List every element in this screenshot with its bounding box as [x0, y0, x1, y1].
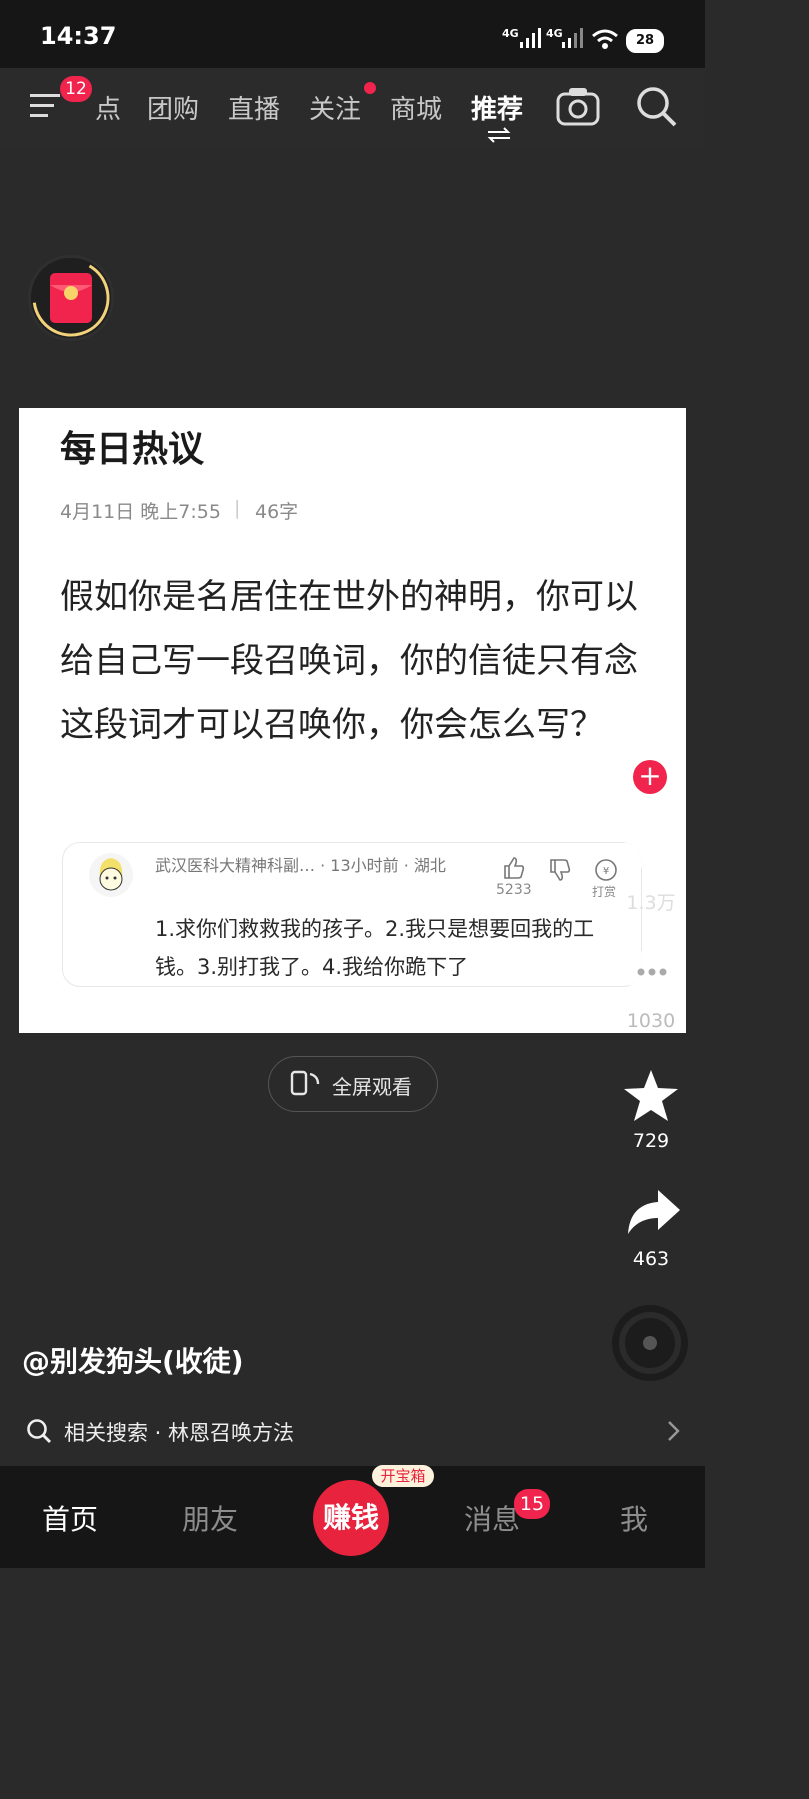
comment-icon[interactable] — [622, 946, 682, 1002]
network-label-2: 4G — [546, 27, 563, 40]
signal-icon-2 — [562, 28, 583, 48]
comment-likes: 5233 — [496, 882, 532, 898]
tip-icon[interactable]: ¥ — [594, 858, 618, 882]
tab-following[interactable]: 关注 — [309, 89, 361, 126]
tab-recommend[interactable]: 推荐 — [471, 89, 523, 126]
share-icon[interactable] — [624, 1188, 682, 1238]
wifi-icon — [592, 29, 618, 49]
chevron-right-icon — [668, 1421, 680, 1441]
related-search-label: 相关搜索 · 林恩召唤方法 — [64, 1421, 295, 1445]
battery-indicator: 28 — [626, 29, 664, 53]
menu-badge: 12 — [60, 76, 92, 102]
menu-icon[interactable] — [30, 92, 62, 120]
earn-tag: 开宝箱 — [372, 1465, 434, 1487]
search-icon-small — [27, 1419, 52, 1444]
status-time: 14:37 — [40, 22, 117, 50]
star-icon[interactable] — [622, 1068, 680, 1124]
rotate-screen-icon — [290, 1070, 320, 1096]
search-icon[interactable] — [636, 86, 678, 128]
fullscreen-label: 全屏观看 — [332, 1075, 412, 1099]
network-label: 4G — [502, 27, 519, 40]
music-disc-icon[interactable] — [611, 1304, 689, 1382]
post-question: 假如你是名居住在世外的神明，你可以给自己写一段召唤词，你的信徒只有念这段词才可以… — [60, 577, 638, 745]
tab-local[interactable]: 点 — [95, 89, 121, 126]
video-author[interactable]: @别发狗头(收徒) — [22, 1340, 244, 1380]
comment-count: 1030 — [626, 1010, 676, 1032]
commenter-avatar — [89, 853, 133, 897]
thumbs-down-icon[interactable] — [548, 858, 572, 882]
camera-icon[interactable] — [556, 86, 600, 126]
post-word-count: 46字 — [255, 501, 299, 523]
tab-me[interactable]: 我 — [620, 1498, 648, 1538]
comment-text: 1.求你们救救我的孩子。2.我只是想要回我的工钱。3.别打我了。4.我给你跪下了 — [155, 917, 595, 979]
signal-icon — [520, 28, 541, 48]
tab-group-buy[interactable]: 团购 — [147, 89, 199, 126]
follow-plus-button[interactable]: + — [633, 760, 667, 794]
earn-button[interactable]: 赚钱 — [313, 1480, 389, 1556]
red-envelope-icon — [50, 273, 92, 323]
tab-mall[interactable]: 商城 — [390, 89, 442, 126]
tab-home[interactable]: 首页 — [42, 1498, 98, 1538]
tab-live[interactable]: 直播 — [228, 89, 280, 126]
messages-badge: 15 — [514, 1489, 550, 1519]
switch-icon — [487, 127, 511, 143]
post-date: 4月11日 晚上7:55 — [60, 501, 221, 523]
favorite-count: 729 — [632, 1130, 670, 1152]
tab-friends[interactable]: 朋友 — [182, 1498, 238, 1538]
like-count: 1.3万 — [626, 892, 676, 914]
thumbs-up-icon[interactable] — [502, 856, 526, 880]
meta-divider: | — [234, 497, 241, 519]
comment-author: 武汉医科大精神科副… · 13小时前 · 湖北 — [155, 856, 446, 875]
post-title: 每日热议 — [60, 429, 205, 470]
following-dot — [364, 82, 376, 94]
heart-icon[interactable] — [622, 826, 682, 882]
red-envelope-widget[interactable] — [28, 255, 114, 341]
share-count: 463 — [632, 1248, 670, 1270]
svg-text:¥: ¥ — [603, 866, 609, 877]
tab-messages[interactable]: 消息 — [464, 1498, 520, 1538]
